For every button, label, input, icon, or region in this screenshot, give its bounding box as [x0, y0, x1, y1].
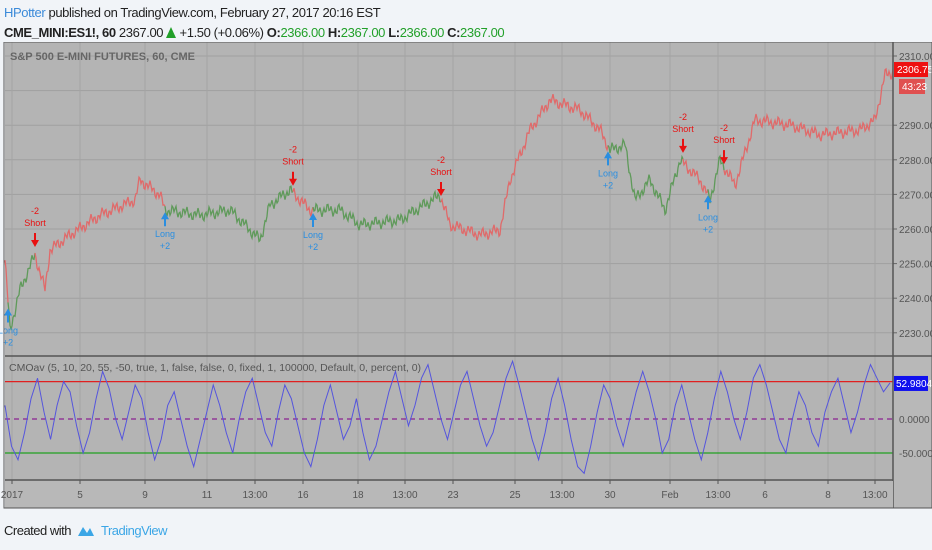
created-with: Created with — [4, 523, 71, 538]
long-qty: +2 — [308, 242, 318, 252]
short-qty: -2 — [720, 123, 728, 133]
time-tick-label: 13:00 — [862, 490, 887, 501]
footer: Created with TradingView — [4, 523, 168, 538]
tradingview-link[interactable]: TradingView — [101, 523, 168, 538]
high-value: 2367.00 — [340, 25, 386, 40]
long-label: Long — [303, 230, 323, 240]
chart-title: S&P 500 E-MINI FUTURES, 60, CME — [10, 51, 195, 63]
cmo-value-label: 52.9804 — [896, 379, 932, 390]
short-qty: -2 — [437, 155, 445, 165]
chart-background — [5, 42, 893, 508]
short-label: Short — [713, 135, 735, 145]
time-tick-label: 11 — [202, 490, 213, 501]
close-label: C: — [447, 25, 461, 40]
short-label: Short — [430, 167, 452, 177]
long-label: Long — [598, 168, 618, 178]
short-label: Short — [672, 124, 694, 134]
open-value: 2366.00 — [280, 25, 325, 40]
author-link[interactable]: HPotter — [4, 5, 46, 20]
short-qty: -2 — [679, 112, 687, 122]
high-label: H: — [327, 25, 341, 40]
time-tick-label: 13:00 — [242, 490, 267, 501]
time-tick-label: 16 — [297, 490, 309, 501]
price-tick-label: 2230.00 — [899, 329, 932, 340]
publish-info: HPotter published on TradingView.com, Fe… — [4, 5, 381, 20]
price-tick-label: 2310.00 — [899, 52, 932, 63]
countdown-label: 43:23 — [902, 82, 927, 93]
price-tick-label: 2270.00 — [899, 190, 932, 201]
long-label: Long — [155, 229, 175, 239]
open-label: O: — [266, 25, 281, 40]
indicator-title: CMOav (5, 10, 20, 55, -50, true, 1, fals… — [9, 362, 421, 374]
time-tick-label: 25 — [509, 490, 521, 501]
time-tick-label: 13:00 — [549, 490, 574, 501]
price-scale-background — [893, 42, 932, 508]
time-tick-label: 5 — [77, 490, 83, 501]
publish-text: published on TradingView.com, February 2… — [48, 5, 381, 20]
time-tick-label: 13:00 — [705, 490, 730, 501]
price-tick-label: 2240.00 — [899, 294, 932, 305]
long-label: Long — [698, 212, 718, 222]
long-qty: +2 — [703, 224, 713, 234]
short-qty: -2 — [31, 206, 39, 216]
last-price: 2367.00 — [118, 25, 164, 40]
price-tick-label: 2250.00 — [899, 260, 932, 271]
time-tick-label: 9 — [142, 490, 148, 501]
time-tick-label: 30 — [604, 490, 616, 501]
time-tick-label: 13:00 — [392, 490, 417, 501]
low-label: L: — [388, 25, 400, 40]
price-tick-label: 2290.00 — [899, 121, 932, 132]
tradingview-logo-icon — [77, 526, 94, 536]
long-qty: +2 — [603, 180, 613, 190]
price-tick-label: 2280.00 — [899, 156, 932, 167]
chart-area[interactable]: 2310.00 2290.00 2280.00 2270.00 2260.00 2250.… — [0, 42, 932, 510]
long-label: Long — [0, 325, 18, 335]
close-value: 2367.00 — [460, 25, 505, 40]
osc-tick-label: -50.0000 — [899, 449, 932, 460]
up-arrow-icon — [166, 27, 177, 38]
price-tick-label: 2260.00 — [899, 225, 932, 236]
time-tick-label: 23 — [447, 490, 459, 501]
osc-tick-label: 0.0000 — [899, 415, 930, 426]
time-tick-label: 18 — [352, 490, 364, 501]
short-qty: -2 — [289, 145, 297, 155]
short-label: Short — [24, 218, 46, 228]
time-tick-label: 6 — [762, 490, 768, 501]
change: +1.50 (+0.06%) — [179, 25, 264, 40]
time-tick-label: 8 — [825, 490, 831, 501]
long-qty: +2 — [160, 241, 170, 251]
short-label: Short — [282, 157, 304, 167]
symbol: CME_MINI:ES1!, 60 — [4, 25, 116, 40]
last-price-label: 2306.75 — [897, 65, 932, 76]
symbol-bar: CME_MINI:ES1!, 60 2367.00 +1.50 (+0.06%)… — [4, 25, 505, 40]
low-value: 2366.00 — [399, 25, 445, 40]
time-tick-label: Feb — [661, 490, 679, 501]
